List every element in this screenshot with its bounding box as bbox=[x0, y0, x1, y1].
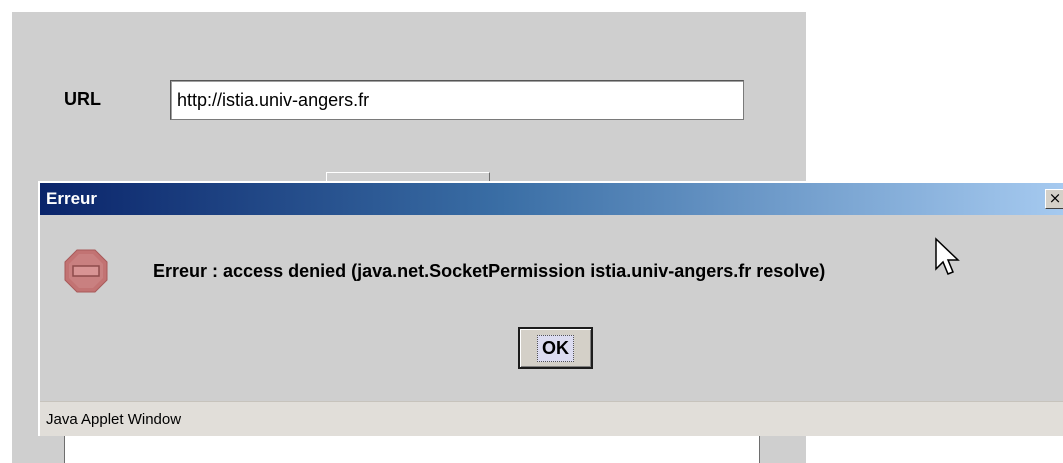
error-dialog: Erreur × Erreur : access denied (java.ne… bbox=[38, 181, 1063, 436]
error-message: Erreur : access denied (java.net.SocketP… bbox=[153, 261, 826, 281]
stop-sign-icon bbox=[64, 249, 108, 293]
url-label: URL bbox=[64, 89, 101, 109]
mouse-cursor-icon bbox=[935, 237, 960, 275]
dialog-title: Erreur bbox=[46, 189, 98, 208]
url-input[interactable] bbox=[170, 80, 744, 120]
dialog-title-bar[interactable]: Erreur × bbox=[40, 183, 1063, 215]
screen: URL Erreur × Erreur : access denied (jav… bbox=[0, 0, 1063, 463]
status-text: Java Applet Window bbox=[46, 411, 182, 428]
ok-button[interactable]: OK bbox=[518, 327, 593, 369]
status-bar: Java Applet Window bbox=[40, 401, 1063, 436]
close-glyph: × bbox=[1048, 189, 1062, 207]
close-icon[interactable]: × bbox=[1045, 189, 1063, 209]
ok-button-label: OK bbox=[537, 334, 574, 362]
